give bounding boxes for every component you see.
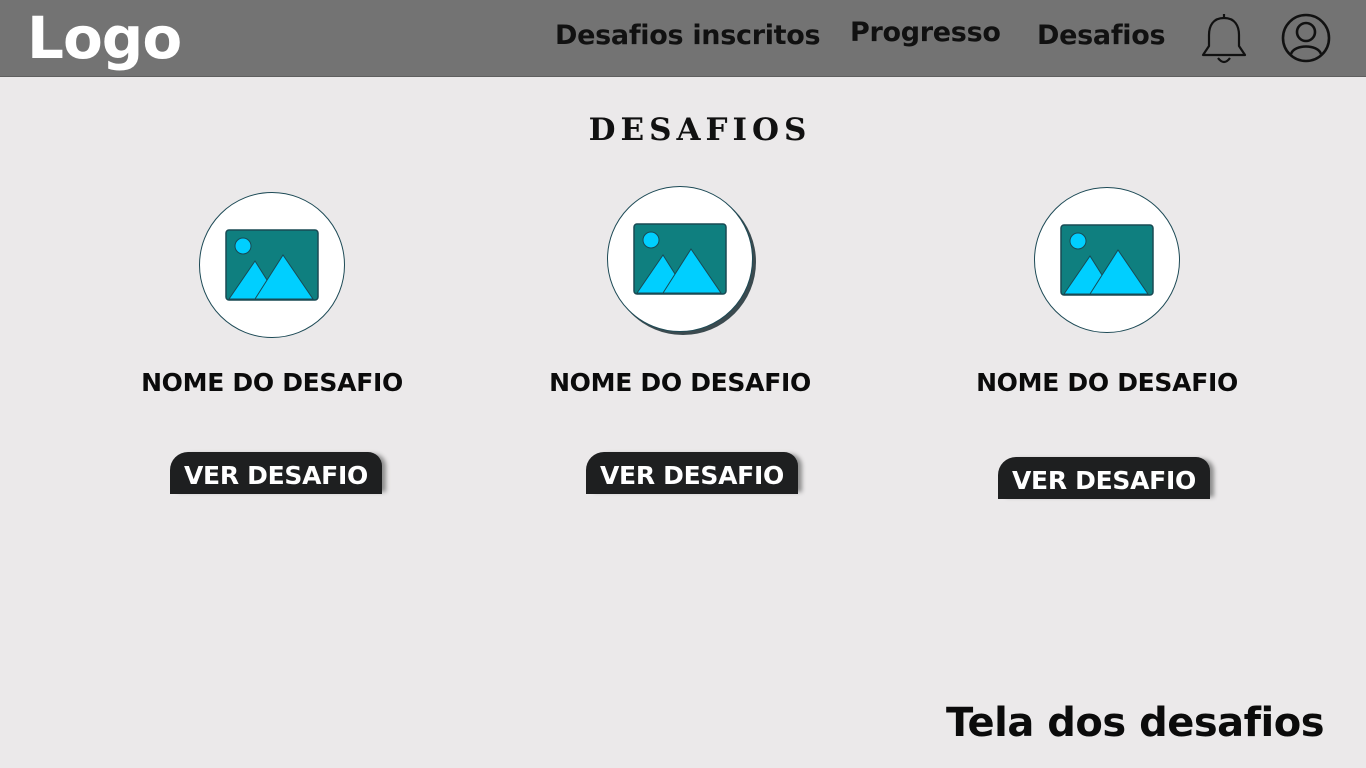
bell-icon[interactable] xyxy=(1198,12,1250,68)
nav-link-desafios[interactable]: Desafios xyxy=(1037,19,1166,53)
challenge-card: NOME DO DESAFIO VER DESAFIO xyxy=(122,190,422,530)
challenge-name: NOME DO DESAFIO xyxy=(549,368,811,397)
image-placeholder-icon xyxy=(225,229,319,301)
challenge-card: NOME DO DESAFIO VER DESAFIO xyxy=(957,185,1257,525)
image-placeholder-icon xyxy=(633,223,727,295)
challenge-card: NOME DO DESAFIO VER DESAFIO xyxy=(530,184,830,524)
view-challenge-button[interactable]: VER DESAFIO xyxy=(998,457,1210,499)
view-challenge-button[interactable]: VER DESAFIO xyxy=(586,452,798,494)
nav-link-progresso[interactable]: Progresso xyxy=(850,16,1001,50)
screen-label: Tela dos desafios xyxy=(946,700,1325,746)
top-navigation-bar: Logo Desafios inscritos Progresso Desafi… xyxy=(0,0,1366,77)
image-placeholder-icon xyxy=(1060,224,1154,296)
page-title: DESAFIOS xyxy=(588,112,812,148)
challenge-name: NOME DO DESAFIO xyxy=(141,368,403,397)
challenge-image xyxy=(199,192,345,338)
logo[interactable]: Logo xyxy=(27,2,182,74)
user-icon[interactable] xyxy=(1280,12,1332,64)
challenge-image xyxy=(607,186,753,332)
nav-link-desafios-inscritos[interactable]: Desafios inscritos xyxy=(555,19,821,53)
challenge-image xyxy=(1034,187,1180,333)
view-challenge-button[interactable]: VER DESAFIO xyxy=(170,452,382,494)
challenge-name: NOME DO DESAFIO xyxy=(976,368,1238,397)
